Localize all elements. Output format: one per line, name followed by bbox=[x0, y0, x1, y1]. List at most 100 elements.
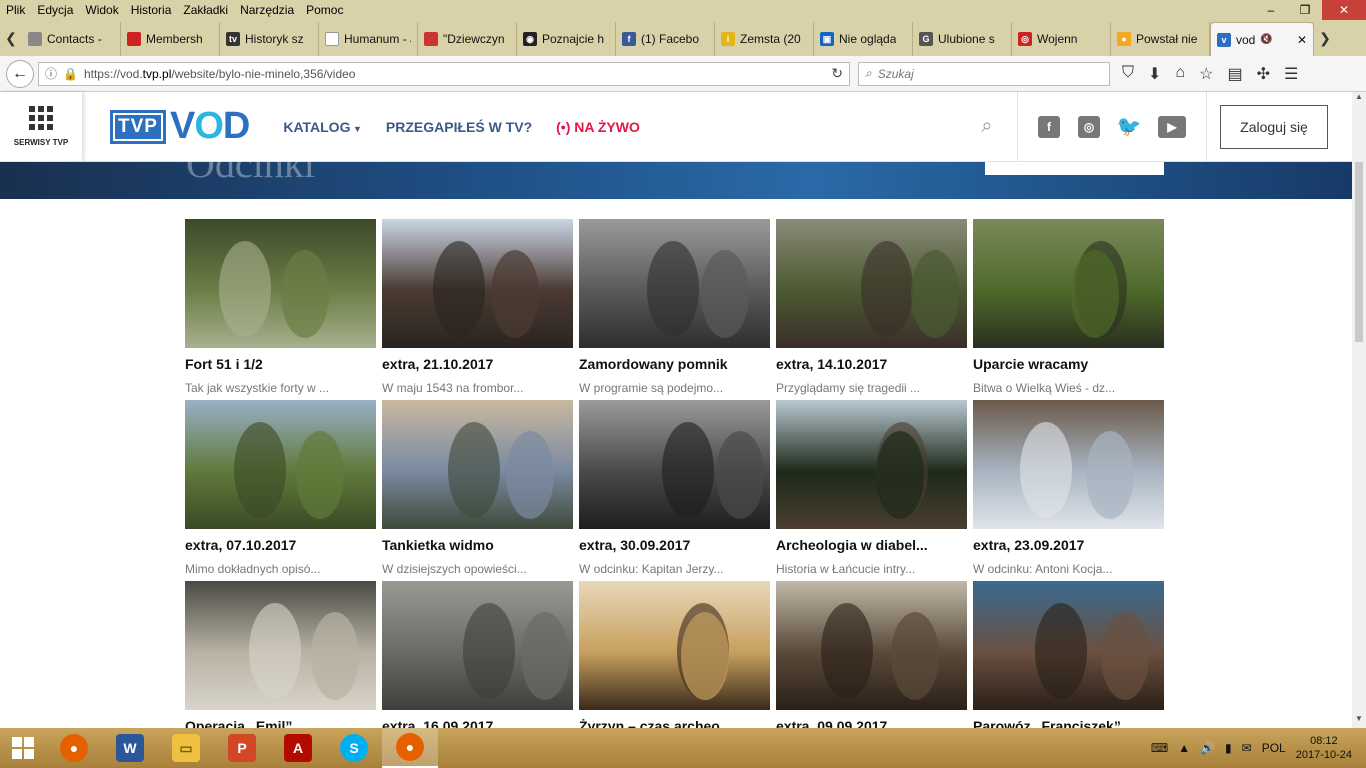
skype-taskbar-icon[interactable]: S bbox=[326, 728, 382, 768]
episode-card[interactable]: extra, 09.09.2017 bbox=[776, 581, 967, 728]
tab[interactable]: ◎ Wojenn bbox=[1012, 22, 1111, 56]
bookmark-star-icon[interactable]: ☆ bbox=[1199, 64, 1213, 84]
tab[interactable]: Humanum - Ję bbox=[319, 22, 418, 56]
episode-title[interactable]: Zamordowany pomnik bbox=[579, 356, 770, 372]
info-icon[interactable]: ⓘ bbox=[45, 65, 57, 82]
episode-card[interactable]: Fort 51 i 1/2 Tak jak wszystkie forty w .… bbox=[185, 219, 376, 395]
episode-title[interactable]: extra, 21.10.2017 bbox=[382, 356, 573, 372]
episode-card[interactable]: Uparcie wracamy Bitwa o Wielką Wieś - dz.… bbox=[973, 219, 1164, 395]
episode-title[interactable]: extra, 16.09.2017 bbox=[382, 718, 573, 728]
login-button[interactable]: Zaloguj się bbox=[1220, 104, 1328, 149]
tab[interactable]: f (1) Facebo bbox=[616, 22, 715, 56]
acrobat-taskbar-icon[interactable]: A bbox=[270, 728, 326, 768]
search-input[interactable]: ⌕ Szukaj bbox=[858, 61, 1110, 86]
episode-thumbnail[interactable] bbox=[776, 219, 967, 348]
serwisy-tvp-button[interactable]: SERWISY TVP bbox=[0, 92, 82, 162]
episode-card[interactable]: extra, 07.10.2017 Mimo dokładnych opisó..… bbox=[185, 400, 376, 576]
episode-card[interactable]: Zamordowany pomnik W programie są podejmo… bbox=[579, 219, 770, 395]
volume-icon[interactable]: 🔊 bbox=[1200, 741, 1215, 755]
tray-expand-icon[interactable]: ▲ bbox=[1178, 741, 1190, 755]
episode-thumbnail[interactable] bbox=[973, 400, 1164, 529]
episode-thumbnail[interactable] bbox=[185, 581, 376, 710]
tab[interactable]: ● Powstał nie bbox=[1111, 22, 1210, 56]
tab[interactable]: Membersh bbox=[121, 22, 220, 56]
episode-thumbnail[interactable] bbox=[382, 400, 573, 529]
tab[interactable]: i Zemsta (20 bbox=[715, 22, 814, 56]
youtube-icon[interactable]: ▶ bbox=[1158, 115, 1186, 138]
episode-thumbnail[interactable] bbox=[579, 219, 770, 348]
scrollbar-thumb[interactable] bbox=[1355, 162, 1363, 342]
episode-title[interactable]: extra, 07.10.2017 bbox=[185, 537, 376, 553]
episode-thumbnail[interactable] bbox=[776, 581, 967, 710]
pocket-icon[interactable]: ⛉ bbox=[1122, 64, 1134, 84]
episode-thumbnail[interactable] bbox=[579, 400, 770, 529]
nav-katalog[interactable]: KATALOG ▼ bbox=[283, 119, 362, 135]
episode-thumbnail[interactable] bbox=[382, 219, 573, 348]
episode-card[interactable]: Archeologia w diabel... Historia w Łańcuc… bbox=[776, 400, 967, 576]
instagram-icon[interactable]: ◎ bbox=[1078, 115, 1100, 138]
episode-thumbnail[interactable] bbox=[973, 581, 1164, 710]
episode-title[interactable]: Operacja „Emil” bbox=[185, 718, 376, 728]
clock[interactable]: 08:12 2017-10-24 bbox=[1296, 734, 1352, 762]
episode-card[interactable]: extra, 30.09.2017 W odcinku: Kapitan Jerz… bbox=[579, 400, 770, 576]
close-tab-icon[interactable]: ✕ bbox=[1297, 33, 1307, 47]
tab[interactable]: G Ulubione s bbox=[913, 22, 1012, 56]
tab[interactable]: ◉ Poznajcie h bbox=[517, 22, 616, 56]
episode-card[interactable]: Żyrzyn – czas archeo... bbox=[579, 581, 770, 728]
episode-card[interactable]: Tankietka widmo W dzisiejszych opowieści.… bbox=[382, 400, 573, 576]
twitter-icon[interactable]: 🐦 bbox=[1117, 116, 1142, 138]
keyboard-icon[interactable]: ⌨ bbox=[1151, 741, 1168, 755]
reload-icon[interactable]: ↻ bbox=[831, 65, 843, 82]
extension-icon[interactable]: ✣ bbox=[1257, 64, 1270, 84]
episode-thumbnail[interactable] bbox=[185, 219, 376, 348]
download-icon[interactable]: ⬇ bbox=[1148, 64, 1161, 84]
menu-item[interactable]: Zakładki bbox=[177, 3, 234, 17]
back-button[interactable]: ← bbox=[6, 59, 34, 88]
tab-active[interactable]: v vod 🔇 ✕ bbox=[1210, 22, 1314, 56]
episode-title[interactable]: Archeologia w diabel... bbox=[776, 537, 967, 553]
windows-start-button[interactable] bbox=[0, 728, 46, 768]
episode-thumbnail[interactable] bbox=[579, 581, 770, 710]
sort-dropdown[interactable] bbox=[985, 162, 1164, 175]
episode-title[interactable]: Uparcie wracamy bbox=[973, 356, 1164, 372]
episode-card[interactable]: Parowóz „Franciszek” bbox=[973, 581, 1164, 728]
reader-list-icon[interactable]: ▤ bbox=[1227, 64, 1242, 84]
menu-item[interactable]: Historia bbox=[125, 3, 178, 17]
episode-card[interactable]: extra, 14.10.2017 Przyglądamy się tragedi… bbox=[776, 219, 967, 395]
notification-icon[interactable]: ✉ bbox=[1242, 741, 1252, 755]
episode-title[interactable]: Fort 51 i 1/2 bbox=[185, 356, 376, 372]
tab-scroll-right-icon[interactable]: ❯ bbox=[1314, 20, 1336, 56]
episode-card[interactable]: extra, 23.09.2017 W odcinku: Antoni Kocja… bbox=[973, 400, 1164, 576]
mute-icon[interactable]: 🔇 bbox=[1260, 34, 1272, 45]
home-icon[interactable]: ⌂ bbox=[1175, 64, 1185, 84]
episode-thumbnail[interactable] bbox=[382, 581, 573, 710]
word-taskbar-icon[interactable]: W bbox=[102, 728, 158, 768]
firefox-taskbar-icon[interactable]: ● bbox=[46, 728, 102, 768]
nav-na-zywo[interactable]: (•) NA ŻYWO bbox=[556, 119, 640, 135]
tvp-vod-logo[interactable]: TVP VOD bbox=[110, 105, 250, 148]
episode-title[interactable]: Tankietka widmo bbox=[382, 537, 573, 553]
menu-item[interactable]: Plik bbox=[0, 3, 31, 17]
episode-thumbnail[interactable] bbox=[776, 400, 967, 529]
episode-card[interactable]: extra, 21.10.2017 W maju 1543 na frombor.… bbox=[382, 219, 573, 395]
tab[interactable]: tv Historyk sz bbox=[220, 22, 319, 56]
scroll-up-icon[interactable]: ▲ bbox=[1352, 92, 1366, 106]
nav-przegapiles[interactable]: PRZEGAPIŁEŚ W TV? bbox=[386, 119, 532, 135]
menu-item[interactable]: Narzędzia bbox=[234, 3, 300, 17]
tab-scroll-left-icon[interactable]: ❮ bbox=[0, 20, 22, 56]
facebook-icon[interactable]: f bbox=[1038, 115, 1060, 138]
powerpoint-taskbar-icon[interactable]: P bbox=[214, 728, 270, 768]
close-button[interactable]: ✕ bbox=[1322, 0, 1366, 20]
site-search-icon[interactable]: ⌕ bbox=[957, 115, 1017, 138]
episode-title[interactable]: Żyrzyn – czas archeo... bbox=[579, 718, 770, 728]
language-indicator[interactable]: POL bbox=[1262, 741, 1286, 755]
network-icon[interactable]: ▮ bbox=[1225, 741, 1232, 755]
minimize-button[interactable]: – bbox=[1254, 0, 1288, 20]
episode-title[interactable]: extra, 09.09.2017 bbox=[776, 718, 967, 728]
menu-item[interactable]: Edycja bbox=[31, 3, 79, 17]
episode-card[interactable]: Operacja „Emil” bbox=[185, 581, 376, 728]
episode-thumbnail[interactable] bbox=[185, 400, 376, 529]
episode-title[interactable]: Parowóz „Franciszek” bbox=[973, 718, 1164, 728]
episode-card[interactable]: extra, 16.09.2017 bbox=[382, 581, 573, 728]
menu-item[interactable]: Pomoc bbox=[300, 3, 349, 17]
